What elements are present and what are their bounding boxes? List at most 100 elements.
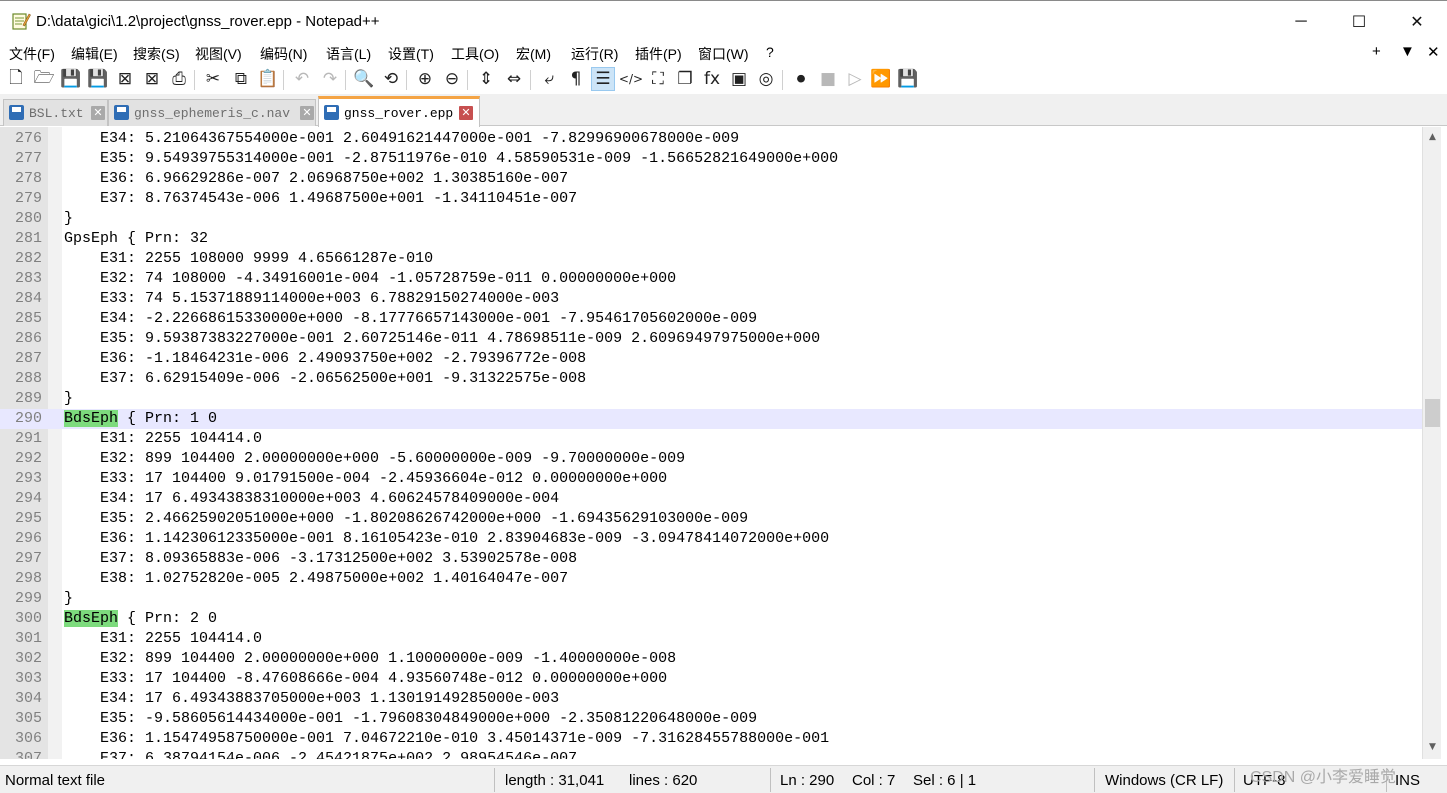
tab-bsl-txt[interactable]: BSL.txt ✕ xyxy=(3,99,108,126)
menu-tools[interactable]: 工具(O) xyxy=(451,44,499,64)
code-line[interactable]: 306 E36: 1.15474958750000e-001 7.0467221… xyxy=(0,729,1422,749)
code-line[interactable]: 285 E34: -2.22668615330000e+000 -8.17776… xyxy=(0,309,1422,329)
vertical-scrollbar[interactable]: ▲ ▼ xyxy=(1422,127,1441,759)
menu-edit[interactable]: 编辑(E) xyxy=(71,44,118,64)
save-all-icon[interactable]: 💾 xyxy=(86,67,110,91)
menu-view[interactable]: 视图(V) xyxy=(195,44,242,64)
code-line[interactable]: 278 E36: 6.96629286e-007 2.06968750e+002… xyxy=(0,169,1422,189)
zoom-in-icon[interactable]: ⊕ xyxy=(413,67,437,91)
code-line[interactable]: 293 E33: 17 104400 9.01791500e-004 -2.45… xyxy=(0,469,1422,489)
code-line[interactable]: 300 BdsEph { Prn: 2 0 xyxy=(0,609,1422,629)
menu-settings[interactable]: 设置(T) xyxy=(388,44,434,64)
new-file-icon[interactable]: 🗋 xyxy=(4,67,28,91)
code-line[interactable]: 296 E36: 1.14230612335000e-001 8.1610542… xyxy=(0,529,1422,549)
code-line[interactable]: 292 E32: 899 104400 2.00000000e+000 -5.6… xyxy=(0,449,1422,469)
menu-plugins[interactable]: 插件(P) xyxy=(635,44,682,64)
paste-icon[interactable]: 📋 xyxy=(256,67,280,91)
stop-macro-icon[interactable]: ■ xyxy=(816,67,840,91)
zoom-out-icon[interactable]: ⊖ xyxy=(440,67,464,91)
code-line[interactable]: 305 E35: -9.58605614434000e-001 -1.79608… xyxy=(0,709,1422,729)
menu-help[interactable]: ? xyxy=(766,44,774,60)
tab-close-icon[interactable]: ✕ xyxy=(459,106,473,120)
code-line[interactable]: 286 E35: 9.59387383227000e-001 2.6072514… xyxy=(0,329,1422,349)
indent-guide-icon[interactable]: ☰ xyxy=(591,67,615,91)
code-line[interactable]: 304 E34: 17 6.49343883705000e+003 1.1301… xyxy=(0,689,1422,709)
maximize-button[interactable]: ☐ xyxy=(1330,2,1388,42)
editor-area[interactable]: 276 E34: 5.21064367554000e-001 2.6049162… xyxy=(0,127,1422,759)
scroll-down-icon[interactable]: ▼ xyxy=(1423,739,1442,756)
code-line[interactable]: 303 E33: 17 104400 -8.47608666e-004 4.93… xyxy=(0,669,1422,689)
code-line[interactable]: 294 E34: 17 6.49343838310000e+003 4.6062… xyxy=(0,489,1422,509)
tab-close-icon[interactable]: ✕ xyxy=(300,106,314,120)
code-line[interactable]: 276 E34: 5.21064367554000e-001 2.6049162… xyxy=(0,129,1422,149)
sync-vertical-icon[interactable]: ⇕ xyxy=(474,67,498,91)
print-icon[interactable]: ⎙ xyxy=(167,67,191,91)
run-macro-multiple-icon[interactable]: ⏩ xyxy=(869,67,893,91)
code-line[interactable]: 288 E37: 6.62915409e-006 -2.06562500e+00… xyxy=(0,369,1422,389)
xml-tag-icon[interactable]: </> xyxy=(619,67,643,91)
code-line[interactable]: 301 E31: 2255 104414.0 xyxy=(0,629,1422,649)
close-all-icon[interactable]: ⊠ xyxy=(140,67,164,91)
code-line[interactable]: 283 E32: 74 108000 -4.34916001e-004 -1.0… xyxy=(0,269,1422,289)
menu-macro[interactable]: 宏(M) xyxy=(516,44,551,64)
cut-icon[interactable]: ✂ xyxy=(201,67,225,91)
function-list-icon[interactable]: fx xyxy=(700,67,724,91)
title-bar[interactable]: D:\data\gici\1.2\project\gnss_rover.epp … xyxy=(0,2,1447,42)
find-icon[interactable]: 🔍 xyxy=(352,67,376,91)
word-wrap-icon[interactable]: ⤶ xyxy=(537,67,561,91)
minimize-button[interactable]: ─ xyxy=(1272,2,1330,42)
play-macro-icon[interactable]: ▷ xyxy=(843,67,867,91)
redo-icon[interactable]: ↷ xyxy=(318,67,342,91)
code-line[interactable]: 280} xyxy=(0,209,1422,229)
code-line[interactable]: 279 E37: 8.76374543e-006 1.49687500e+001… xyxy=(0,189,1422,209)
line-content: E35: 2.46625902051000e+000 -1.8020862674… xyxy=(100,510,749,527)
code-line[interactable]: 287 E36: -1.18464231e-006 2.49093750e+00… xyxy=(0,349,1422,369)
monitor-icon[interactable]: ▣ xyxy=(727,67,751,91)
code-line[interactable]: 281 GpsEph { Prn: 32 xyxy=(0,229,1422,249)
scroll-up-icon[interactable]: ▲ xyxy=(1423,129,1442,146)
code-line[interactable]: 299} xyxy=(0,589,1422,609)
close-file-icon[interactable]: ⊠ xyxy=(113,67,137,91)
tab-gnss-ephemeris-nav[interactable]: gnss_ephemeris_c.nav ✕ xyxy=(108,99,316,126)
open-file-icon[interactable]: 🗁 xyxy=(32,67,56,91)
close-document-button[interactable]: ✕ xyxy=(1427,43,1440,61)
tab-gnss-rover-epp[interactable]: gnss_rover.epp ✕ xyxy=(318,96,480,127)
code-line[interactable]: 307 E37: 6.38794154e-006 -2.45421875e+00… xyxy=(0,749,1422,759)
code-line[interactable]: 277 E35: 9.54939755314000e-001 -2.875119… xyxy=(0,149,1422,169)
code-line[interactable]: 284 E33: 74 5.15371889114000e+003 6.7882… xyxy=(0,289,1422,309)
menu-run[interactable]: 运行(R) xyxy=(571,44,618,64)
doc-list-icon[interactable]: ❐ xyxy=(673,67,697,91)
code-line[interactable]: 291 E31: 2255 104414.0 xyxy=(0,429,1422,449)
tab-close-icon[interactable]: ✕ xyxy=(91,106,105,120)
menu-window[interactable]: 窗口(W) xyxy=(698,44,749,64)
status-eol[interactable]: Windows (CR LF) xyxy=(1105,772,1223,789)
tab-list-dropdown-button[interactable]: ▼ xyxy=(1400,43,1415,60)
save-macro-icon[interactable]: 💾 xyxy=(896,67,920,91)
record-macro-icon[interactable]: ⏺ xyxy=(789,67,813,91)
menu-search[interactable]: 搜索(S) xyxy=(133,44,180,64)
menu-encoding[interactable]: 编码(N) xyxy=(260,44,307,64)
sync-horizontal-icon[interactable]: ⇔ xyxy=(502,67,526,91)
menu-file[interactable]: 文件(F) xyxy=(9,44,55,64)
status-insert-mode[interactable]: INS xyxy=(1395,772,1420,789)
code-line[interactable]: 289} xyxy=(0,389,1422,409)
code-line[interactable]: 295 E35: 2.46625902051000e+000 -1.802086… xyxy=(0,509,1422,529)
code-line[interactable]: 290 BdsEph { Prn: 1 0 xyxy=(0,409,1422,429)
code-line[interactable]: 298 E38: 1.02752820e-005 2.49875000e+002… xyxy=(0,569,1422,589)
save-icon[interactable]: 💾 xyxy=(59,67,83,91)
undo-icon[interactable]: ↶ xyxy=(290,67,314,91)
add-new-tab-button[interactable]: + xyxy=(1372,43,1381,60)
scrollbar-thumb[interactable] xyxy=(1425,399,1440,427)
document-map-icon[interactable]: ⛶ xyxy=(646,67,670,91)
menu-language[interactable]: 语言(L) xyxy=(326,44,371,64)
replace-icon[interactable]: ⟲ xyxy=(379,67,403,91)
code-line[interactable]: 297 E37: 8.09365883e-006 -3.17312500e+00… xyxy=(0,549,1422,569)
folder-workspace-icon[interactable]: ◎ xyxy=(754,67,778,91)
copy-icon[interactable]: ⧉ xyxy=(229,67,253,91)
code-line[interactable]: 282 E31: 2255 108000 9999 4.65661287e-01… xyxy=(0,249,1422,269)
code-line[interactable]: 302 E32: 899 104400 2.00000000e+000 1.10… xyxy=(0,649,1422,669)
close-window-button[interactable]: ✕ xyxy=(1388,2,1446,42)
show-all-chars-icon[interactable]: ¶ xyxy=(564,67,588,91)
line-text: E32: 899 104400 2.00000000e+000 1.100000… xyxy=(64,649,676,669)
